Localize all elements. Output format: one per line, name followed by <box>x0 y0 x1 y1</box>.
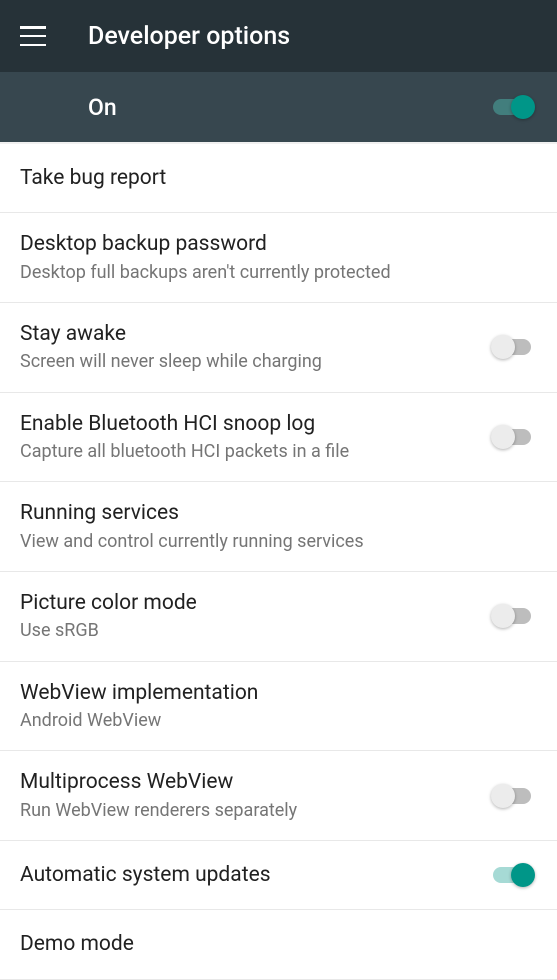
setting-stay-awake[interactable]: Stay awakeScreen will never sleep while … <box>0 303 557 393</box>
master-toggle-label: On <box>88 94 117 121</box>
setting-subtitle: Use sRGB <box>20 619 481 643</box>
setting-subtitle: View and control currently running servi… <box>20 530 525 554</box>
setting-title: WebView implementation <box>20 679 525 707</box>
setting-backup-password[interactable]: Desktop backup password Desktop full back… <box>0 213 557 303</box>
app-bar: Developer options <box>0 0 557 72</box>
toggle-auto-updates[interactable] <box>493 861 537 889</box>
setting-bug-report[interactable]: Take bug report <box>0 144 557 213</box>
setting-text: Multiprocess WebView Run WebView renderer… <box>20 768 493 823</box>
setting-title: Automatic system updates <box>20 861 481 889</box>
setting-subtitle: Desktop full backups aren't currently pr… <box>20 261 525 285</box>
menu-icon[interactable] <box>20 26 46 46</box>
setting-title: Picture color mode <box>20 589 481 617</box>
toggle-stay-awake[interactable] <box>493 333 537 361</box>
setting-text: WebView implementationAndroid WebView <box>20 679 537 734</box>
setting-text: Picture color modeUse sRGB <box>20 589 493 644</box>
toggle-picture-color[interactable] <box>493 602 537 630</box>
setting-title: Running services <box>20 499 525 527</box>
setting-webview-impl[interactable]: WebView implementationAndroid WebView <box>0 662 557 752</box>
setting-text: Desktop backup password Desktop full back… <box>20 230 537 285</box>
setting-text: Automatic system updates <box>20 861 493 889</box>
setting-subtitle: Android WebView <box>20 709 525 733</box>
settings-list: Take bug reportDesktop backup passwordDe… <box>0 144 557 980</box>
setting-subtitle: Run WebView renderers separately <box>20 799 481 823</box>
setting-subtitle: Capture all bluetooth HCI packets in a f… <box>20 440 481 464</box>
setting-subtitle: Screen will never sleep while charging <box>20 350 481 374</box>
master-toggle-switch[interactable] <box>493 93 537 121</box>
toggle-multiprocess-webview[interactable] <box>493 782 537 810</box>
setting-title: Multiprocess WebView <box>20 768 481 796</box>
setting-text: Stay awakeScreen will never sleep while … <box>20 320 493 375</box>
setting-text: Demo mode <box>20 930 537 958</box>
setting-multiprocess-webview[interactable]: Multiprocess WebView Run WebView renderer… <box>0 751 557 841</box>
setting-title: Desktop backup password <box>20 230 525 258</box>
setting-title: Stay awake <box>20 320 481 348</box>
toggle-bluetooth-hci[interactable] <box>493 423 537 451</box>
setting-title: Take bug report <box>20 164 525 192</box>
setting-title: Enable Bluetooth HCI snoop log <box>20 410 481 438</box>
master-toggle-row[interactable]: On <box>0 72 557 142</box>
setting-text: Running services View and control current… <box>20 499 537 554</box>
page-title: Developer options <box>88 22 290 51</box>
setting-running-services[interactable]: Running services View and control current… <box>0 482 557 572</box>
setting-bluetooth-hci[interactable]: Enable Bluetooth HCI snoop logCapture al… <box>0 393 557 483</box>
setting-text: Take bug report <box>20 164 537 192</box>
setting-auto-updates[interactable]: Automatic system updates <box>0 841 557 910</box>
setting-picture-color[interactable]: Picture color modeUse sRGB <box>0 572 557 662</box>
setting-demo-mode[interactable]: Demo mode <box>0 910 557 979</box>
setting-title: Demo mode <box>20 930 525 958</box>
setting-text: Enable Bluetooth HCI snoop logCapture al… <box>20 410 493 465</box>
